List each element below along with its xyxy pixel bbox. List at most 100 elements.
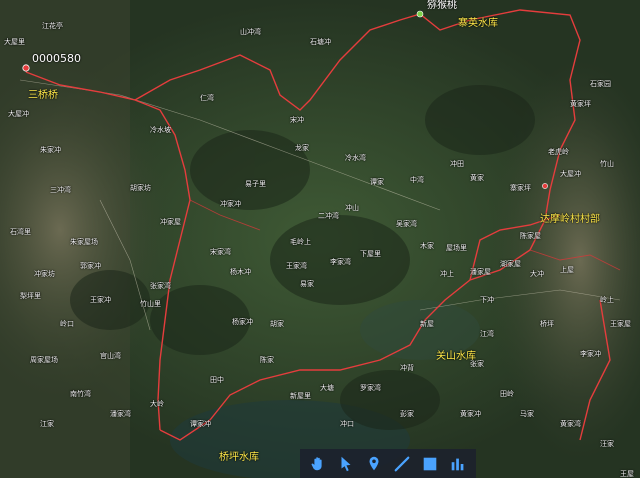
place-label: 冷水坡: [150, 126, 171, 134]
place-label: 冲口: [340, 420, 354, 428]
place-label: 大塘: [320, 384, 334, 392]
place-label: 江家: [40, 420, 54, 428]
place-label: 大屋冲: [8, 110, 29, 118]
place-label: 潘家湾: [110, 410, 131, 418]
place-label: 李家冲: [580, 350, 601, 358]
place-label: 朱家冲: [40, 146, 61, 154]
place-label: 王屋: [620, 470, 634, 478]
place-label: 黄家坪: [570, 100, 591, 108]
place-label: 仁湾: [200, 94, 214, 102]
polygon-icon: [423, 457, 437, 470]
place-label: 竹山: [600, 160, 614, 168]
satellite-map[interactable]: 大屋里 江花亭 大屋冲 朱家冲 三冲湾 石湾里 朱家屋场 郭家冲 冲家坊 梨坪里 王家冲 岭口 周家屋场…: [0, 0, 640, 478]
place-label: 毛岭上: [290, 238, 311, 246]
place-label: 郭家冲: [80, 262, 101, 270]
place-label: 田中: [210, 376, 224, 384]
place-label: 杨木冲: [230, 268, 251, 276]
reservoir-mid-label[interactable]: 关山水库: [436, 351, 476, 362]
place-label: 冲山: [345, 204, 359, 212]
place-label: 黄家冲: [460, 410, 481, 418]
place-label: 罗家湾: [360, 384, 381, 392]
place-label: 周家屋场: [30, 356, 58, 364]
place-label: 黄家: [470, 174, 484, 182]
polygon-tool-button[interactable]: [419, 453, 441, 475]
place-label: 大屋里: [4, 38, 25, 46]
start-point-label[interactable]: 三桥桥: [28, 90, 58, 101]
elevation-icon: [451, 458, 464, 470]
place-label: 梨坪里: [20, 292, 41, 300]
place-label: 冷水湾: [345, 154, 366, 162]
pointer-tool-button[interactable]: [335, 453, 357, 475]
place-label: 陈家: [260, 356, 274, 364]
reservoir-sw-label[interactable]: 桥坪水库: [219, 452, 259, 463]
place-label: 胡家: [270, 320, 284, 328]
place-label: 木家: [420, 242, 434, 250]
place-label: 谭家冲: [190, 420, 211, 428]
place-label: 冲田: [450, 160, 464, 168]
place-label: 王家冲: [90, 296, 111, 304]
place-label: 谭家: [370, 178, 384, 186]
place-label: 潘家屋: [470, 268, 491, 276]
place-label: 田岭: [500, 390, 514, 398]
place-label: 龙家: [295, 144, 309, 152]
place-label: 冲上: [440, 270, 454, 278]
place-label: 大屋冲: [560, 170, 581, 178]
place-label: 官山湾: [100, 352, 121, 360]
place-label: 朱家屋场: [70, 238, 98, 246]
code-label: 0000580: [32, 52, 81, 65]
place-label: 二冲湾: [318, 212, 339, 220]
place-label: 新屋里: [290, 392, 311, 400]
place-label: 石塘冲: [310, 38, 331, 46]
placemark-tool-button[interactable]: [363, 453, 385, 475]
village-office-label[interactable]: 达摩岭村村部: [540, 214, 600, 225]
placemark-icon: [369, 456, 379, 470]
place-label: 冲家坊: [34, 270, 55, 278]
place-label: 彭家: [400, 410, 414, 418]
place-label: 山冲湾: [240, 28, 261, 36]
hand-icon: [311, 456, 322, 470]
place-label: 岭上: [600, 296, 614, 304]
place-label: 江花亭: [42, 22, 63, 30]
place-label: 胡家坊: [130, 184, 151, 192]
place-label: 老虎岭: [548, 148, 569, 156]
place-label: 下屋里: [360, 250, 381, 258]
place-label: 江湾: [480, 330, 494, 338]
place-label: 竹山里: [140, 300, 161, 308]
place-label: 陈家屋: [520, 232, 541, 240]
place-label: 屋场里: [446, 244, 467, 252]
place-label: 王家屋: [610, 320, 631, 328]
place-label: 杨家冲: [232, 318, 253, 326]
place-label: 南竹湾: [70, 390, 91, 398]
place-label: 冲家冲: [220, 200, 241, 208]
place-label: 吴家湾: [396, 220, 417, 228]
place-label: 宋冲: [290, 116, 304, 124]
place-label: 三冲湾: [50, 186, 71, 194]
hand-tool-button[interactable]: [307, 453, 329, 475]
place-label: 汪家: [600, 440, 614, 448]
place-label: 大冲: [530, 270, 544, 278]
path-tool-button[interactable]: [391, 453, 413, 475]
elevation-tool-button[interactable]: [447, 453, 469, 475]
place-label: 上屋: [560, 266, 574, 274]
pointer-icon: [341, 456, 351, 471]
place-label: 张家湾: [150, 282, 171, 290]
place-label: 宋家湾: [210, 248, 231, 256]
place-label: 冲背: [400, 364, 414, 372]
place-label: 石家园: [590, 80, 611, 88]
place-label: 下冲: [480, 296, 494, 304]
place-label: 桥坪: [540, 320, 554, 328]
summit-label[interactable]: 猕猴桃: [427, 0, 457, 11]
map-toolbar: [300, 449, 476, 478]
place-label: 易家: [300, 280, 314, 288]
place-label: 中湾: [410, 176, 424, 184]
place-label: 新屋: [420, 320, 434, 328]
reservoir-ne-label[interactable]: 寨英水库: [458, 18, 498, 29]
place-label: 马家: [520, 410, 534, 418]
place-label: 易子里: [245, 180, 266, 188]
place-label: 寨家坪: [510, 184, 531, 192]
place-label: 石湾里: [10, 228, 31, 236]
place-label: 李家湾: [330, 258, 351, 266]
place-label: 冲家屋: [160, 218, 181, 226]
place-label: 大岭: [150, 400, 164, 408]
place-label: 岭口: [60, 320, 74, 328]
